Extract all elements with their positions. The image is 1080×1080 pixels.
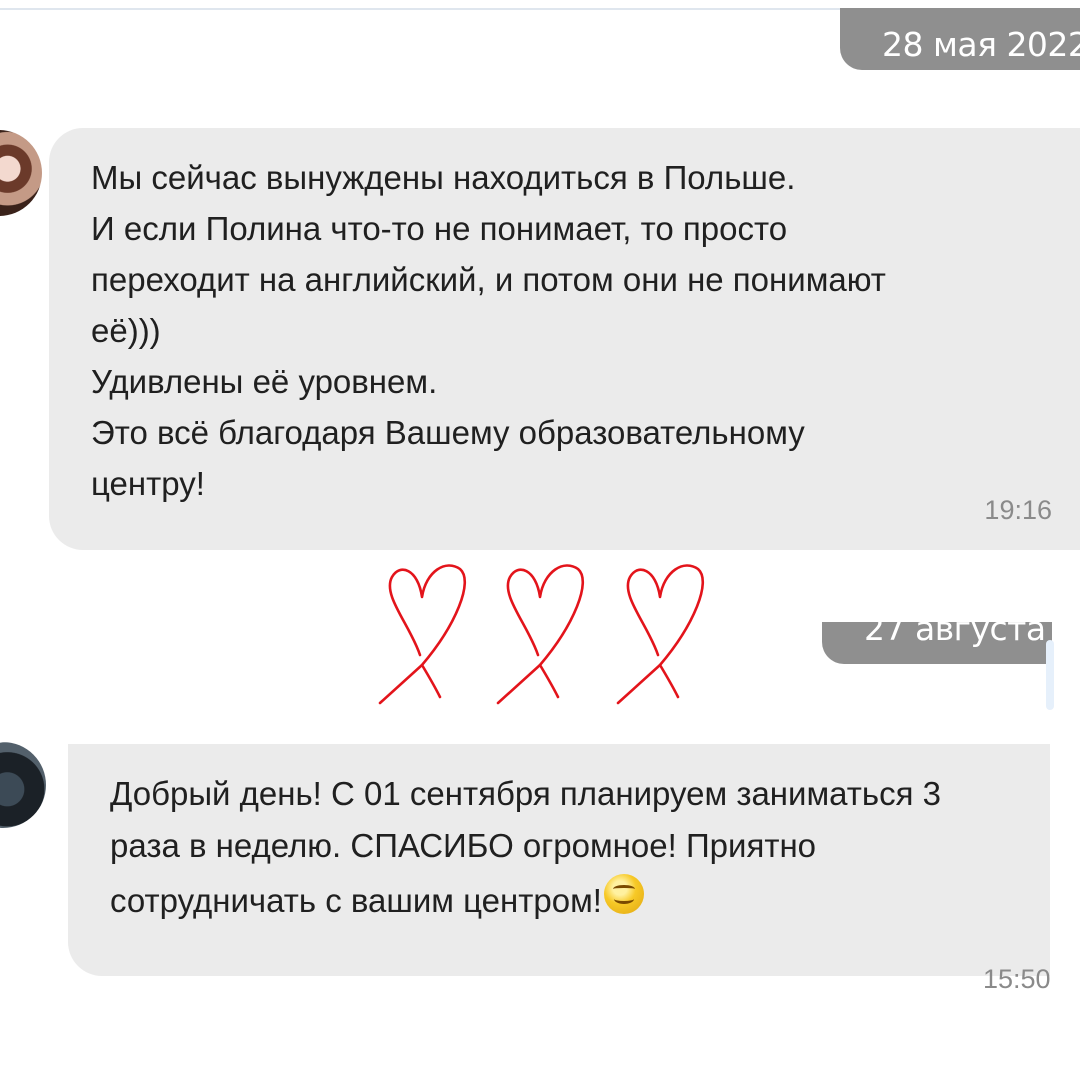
message-text-line: Удивлены её уровнем. <box>91 363 438 400</box>
avatar[interactable] <box>0 130 42 216</box>
heart-icon <box>496 564 584 705</box>
heart-icon <box>378 564 466 705</box>
message-text-line: раза в неделю. СПАСИБО огромное! Приятно <box>110 827 817 864</box>
message-text-line: Мы сейчас вынуждены находиться в Польше. <box>91 159 796 196</box>
message-timestamp: 15:50 <box>983 964 1051 994</box>
hearts-decoration <box>378 564 704 705</box>
message-text-line: И если Полина что-то не понимает, то про… <box>91 210 788 247</box>
message-text-line: Это всё благодаря Вашему образовательном… <box>91 414 805 451</box>
message-text-line-with-emoji: сотрудничать с вашим центром! <box>110 872 1050 930</box>
date-label: 28 мая 2022 <box>882 25 1080 64</box>
date-separator: 28 мая 2022 <box>840 8 1080 70</box>
message-timestamp: 19:16 <box>984 495 1052 525</box>
message-bubble[interactable]: Добрый день! С 01 сентября планируем зан… <box>68 744 1051 994</box>
message-bubble[interactable]: Мы сейчас вынуждены находиться в Польше.… <box>49 128 1080 550</box>
chat-screenshot: 28 мая 2022 Мы сейчас вынуждены находить… <box>0 0 1080 1080</box>
avatar[interactable] <box>0 742 46 828</box>
message-text-line: центру! <box>91 465 205 502</box>
scroll-edge <box>1046 640 1054 710</box>
smiling-face-icon <box>603 874 644 914</box>
date-label: 27 августа <box>864 622 1046 648</box>
date-separator: 27 августа <box>822 622 1052 664</box>
message-text: сотрудничать с вашим центром! <box>110 882 602 919</box>
message-text-line: переходит на английский, и потом они не … <box>91 261 886 298</box>
message-text-line: её))) <box>91 312 161 349</box>
message-text-line: Добрый день! С 01 сентября планируем зан… <box>110 775 941 812</box>
heart-icon <box>616 564 704 705</box>
